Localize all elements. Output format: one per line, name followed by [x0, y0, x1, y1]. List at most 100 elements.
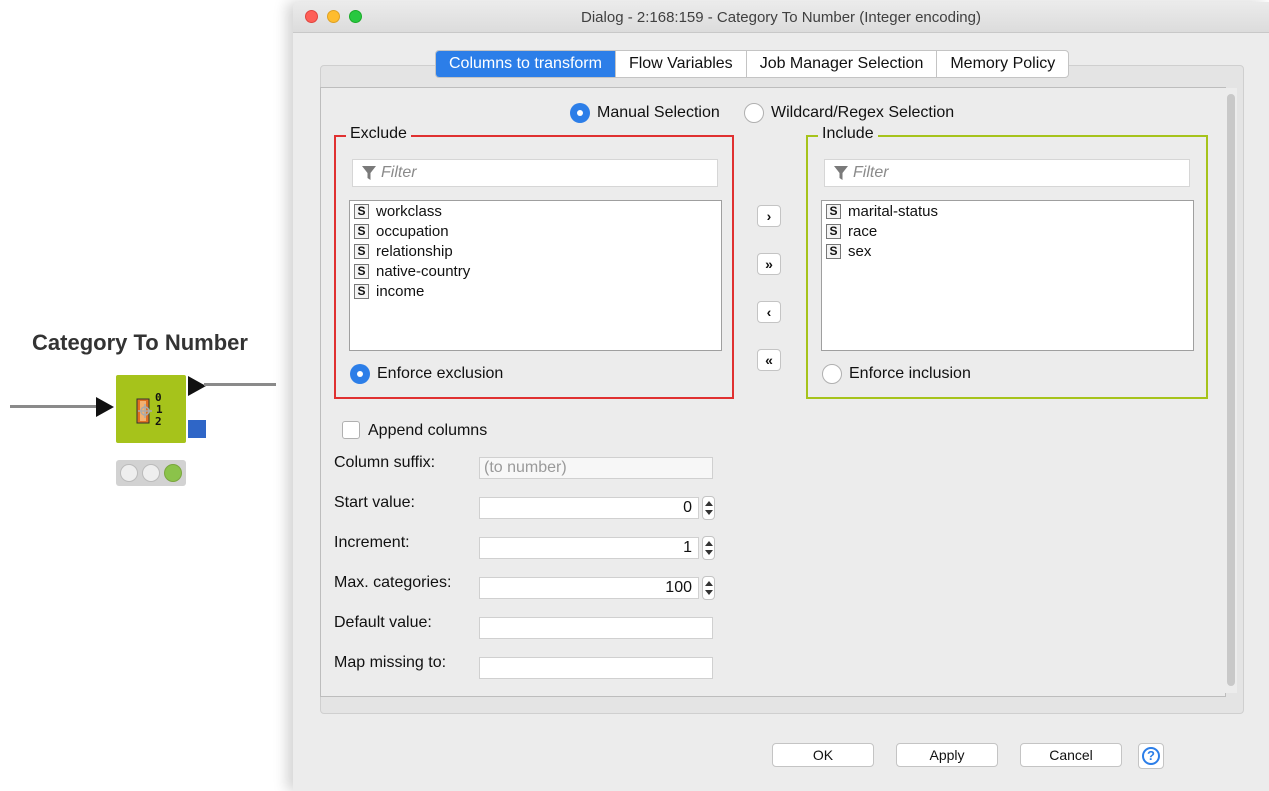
- configuration-dialog: Dialog - 2:168:159 - Category To Number …: [293, 2, 1269, 791]
- chevron-down-icon: [705, 510, 713, 515]
- start-value-input[interactable]: 0: [479, 497, 699, 519]
- list-item[interactable]: Sincome: [350, 281, 721, 301]
- tab-memory-policy[interactable]: Memory Policy: [936, 51, 1068, 77]
- include-filter-placeholder: Filter: [853, 164, 889, 181]
- columns-to-transform-panel: Manual Selection Wildcard/Regex Selectio…: [320, 87, 1226, 697]
- filter-icon: [834, 166, 848, 180]
- enforce-inclusion-label: Enforce inclusion: [849, 365, 971, 382]
- increment-input[interactable]: 1: [479, 537, 699, 559]
- dialog-titlebar: Dialog - 2:168:159 - Category To Number …: [293, 2, 1269, 33]
- enforce-inclusion-radio[interactable]: [822, 364, 842, 384]
- list-item[interactable]: Srelationship: [350, 241, 721, 261]
- start-value-spinner[interactable]: [702, 496, 715, 520]
- output-connection: [204, 383, 276, 386]
- include-column-list[interactable]: Smarital-status Srace Ssex: [821, 200, 1194, 351]
- tab-flow-variables[interactable]: Flow Variables: [614, 51, 746, 77]
- tab-bar: Columns to transform Flow Variables Job …: [435, 50, 1070, 78]
- increment-spinner[interactable]: [702, 536, 715, 560]
- column-name: sex: [848, 242, 872, 260]
- chevron-down-icon: [705, 590, 713, 595]
- include-group: Include Filter Smarital-status Srace Sse…: [806, 125, 1208, 399]
- exclude-legend: Exclude: [346, 125, 411, 143]
- string-type-icon: S: [354, 263, 369, 279]
- category-to-number-icon: 0 1 2: [136, 391, 163, 428]
- exclude-column-list[interactable]: Sworkclass Soccupation Srelationship Sna…: [349, 200, 722, 351]
- tab-job-manager-selection[interactable]: Job Manager Selection: [745, 51, 937, 77]
- add-all-button[interactable]: »: [757, 253, 781, 275]
- column-suffix-input[interactable]: (to number): [479, 457, 713, 479]
- append-columns-label: Append columns: [368, 422, 488, 439]
- model-output-port[interactable]: [188, 420, 206, 438]
- string-type-icon: S: [354, 223, 369, 239]
- column-name: native-country: [376, 262, 471, 280]
- include-filter-input[interactable]: Filter: [824, 159, 1190, 187]
- filter-icon: [362, 166, 376, 180]
- list-item[interactable]: Sworkclass: [350, 201, 721, 221]
- default-value-input[interactable]: [479, 617, 713, 639]
- string-type-icon: S: [354, 243, 369, 259]
- svg-text:2: 2: [155, 415, 162, 428]
- status-light-green: [164, 464, 182, 482]
- help-button[interactable]: ?: [1138, 743, 1164, 769]
- input-port[interactable]: [96, 397, 114, 417]
- chevron-up-icon: [705, 581, 713, 586]
- remove-all-button[interactable]: «: [757, 349, 781, 371]
- chevron-down-icon: [705, 550, 713, 555]
- max-categories-input[interactable]: 100: [479, 577, 699, 599]
- input-connection: [10, 405, 100, 408]
- column-name: workclass: [376, 202, 442, 220]
- max-categories-label: Max. categories:: [334, 574, 452, 591]
- exclude-filter-input[interactable]: Filter: [352, 159, 718, 187]
- output-port[interactable]: [188, 376, 206, 396]
- manual-selection-radio[interactable]: [570, 103, 590, 123]
- ok-button[interactable]: OK: [772, 743, 874, 767]
- add-button[interactable]: ›: [757, 205, 781, 227]
- list-item[interactable]: Srace: [822, 221, 1193, 241]
- chevron-up-icon: [705, 541, 713, 546]
- column-name: race: [848, 222, 878, 240]
- status-light-yellow: [142, 464, 160, 482]
- enforce-exclusion-radio[interactable]: [350, 364, 370, 384]
- string-type-icon: S: [826, 243, 841, 259]
- vertical-scrollbar[interactable]: [1225, 88, 1237, 693]
- apply-button[interactable]: Apply: [896, 743, 998, 767]
- append-columns-checkbox[interactable]: [342, 421, 360, 439]
- string-type-icon: S: [826, 203, 841, 219]
- list-item[interactable]: Smarital-status: [822, 201, 1193, 221]
- scrollbar-thumb[interactable]: [1227, 94, 1235, 686]
- enforce-exclusion-label: Enforce exclusion: [377, 365, 504, 382]
- remove-button[interactable]: ‹: [757, 301, 781, 323]
- column-name: income: [376, 282, 425, 300]
- cancel-button[interactable]: Cancel: [1020, 743, 1122, 767]
- column-name: marital-status: [848, 202, 939, 220]
- increment-label: Increment:: [334, 534, 410, 551]
- list-item[interactable]: Ssex: [822, 241, 1193, 261]
- string-type-icon: S: [354, 283, 369, 299]
- node-title: Category To Number: [32, 330, 248, 355]
- tab-columns-to-transform[interactable]: Columns to transform: [436, 51, 615, 77]
- chevron-up-icon: [705, 501, 713, 506]
- manual-selection-label: Manual Selection: [597, 104, 720, 121]
- exclude-filter-placeholder: Filter: [381, 164, 417, 181]
- status-light-red: [120, 464, 138, 482]
- list-item[interactable]: Snative-country: [350, 261, 721, 281]
- node-status-traffic-light: [116, 460, 186, 486]
- wildcard-regex-selection-radio[interactable]: [744, 103, 764, 123]
- string-type-icon: S: [826, 223, 841, 239]
- max-categories-spinner[interactable]: [702, 576, 715, 600]
- wildcard-regex-selection-label: Wildcard/Regex Selection: [771, 104, 955, 121]
- dialog-title: Dialog - 2:168:159 - Category To Number …: [581, 9, 981, 26]
- default-value-label: Default value:: [334, 614, 432, 631]
- list-item[interactable]: Soccupation: [350, 221, 721, 241]
- help-icon: ?: [1142, 747, 1160, 765]
- include-legend: Include: [818, 125, 878, 143]
- map-missing-to-input[interactable]: [479, 657, 713, 679]
- exclude-group: Exclude Filter Sworkclass Soccupation Sr…: [334, 125, 734, 399]
- column-name: occupation: [376, 222, 449, 240]
- start-value-label: Start value:: [334, 494, 415, 511]
- string-type-icon: S: [354, 203, 369, 219]
- column-name: relationship: [376, 242, 453, 260]
- category-to-number-node[interactable]: 0 1 2: [116, 375, 186, 443]
- column-suffix-label: Column suffix:: [334, 454, 436, 471]
- map-missing-to-label: Map missing to:: [334, 654, 447, 671]
